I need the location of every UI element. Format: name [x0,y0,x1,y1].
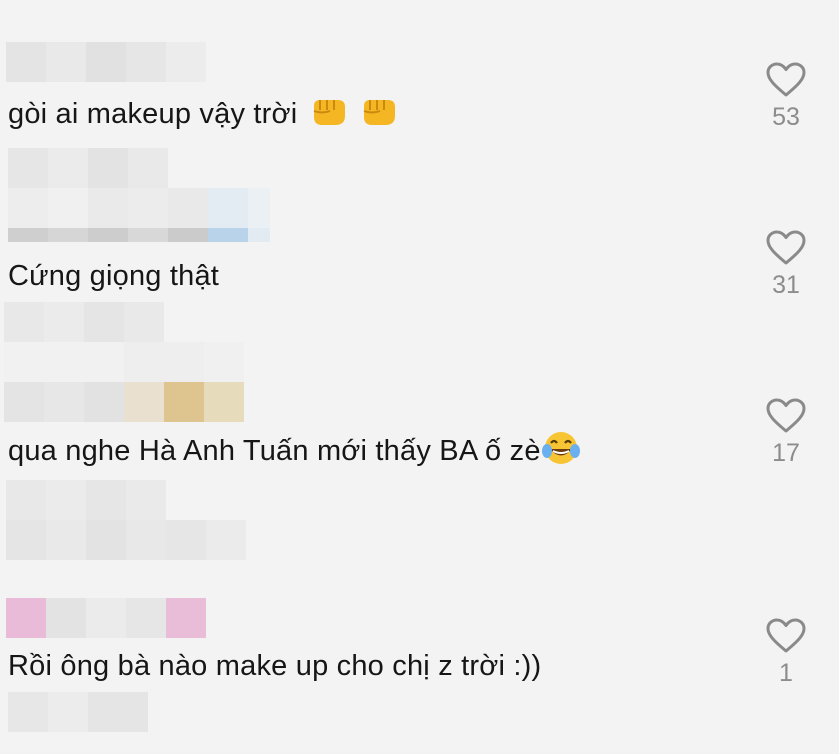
censored-meta-1 [4,302,164,342]
comment-text: Rồi ông bà nào make up cho chị z trời :)… [8,648,541,684]
comment-body: gòi ai makeup vậy trời [8,98,298,131]
censored-username-4 [6,598,206,638]
like-count: 17 [772,439,800,467]
censored-username-2 [8,148,168,188]
like-button[interactable]: 1 [760,618,812,688]
comment-body: Rồi ông bà nào make up cho chị z trời :)… [8,650,542,682]
comment-text: gòi ai makeup vậy trời [8,94,398,137]
censored-meta-3b [6,520,246,560]
censored-username-3 [4,342,244,382]
heart-outline-icon [766,398,806,433]
like-count: 31 [772,271,800,299]
censored-username-1 [6,42,206,82]
heart-outline-icon [766,62,806,97]
like-count: 53 [772,103,800,131]
tears-of-joy-emoji [541,430,581,475]
comment-text: qua nghe Hà Anh Tuấn mới thấy BA ố zè [8,430,581,475]
like-button[interactable]: 17 [760,398,812,468]
comment-body: Cứng giọng thật [8,260,220,292]
like-count: 1 [779,659,793,687]
comment-text: Cứng giọng thật [8,258,219,294]
like-button[interactable]: 31 [760,230,812,300]
heart-outline-icon [766,230,806,265]
censored-username-3b [4,382,244,422]
heart-outline-icon [766,618,806,653]
oncoming-fist-emoji [310,94,348,137]
censored-reply-line [8,228,270,242]
censored-meta-3 [6,480,166,520]
censored-reply-preview [8,188,270,228]
censored-meta-4 [8,692,148,732]
oncoming-fist-emoji [360,94,398,137]
like-button[interactable]: 53 [760,62,812,132]
comment-body: qua nghe Hà Anh Tuấn mới thấy BA ố zè [8,435,541,468]
